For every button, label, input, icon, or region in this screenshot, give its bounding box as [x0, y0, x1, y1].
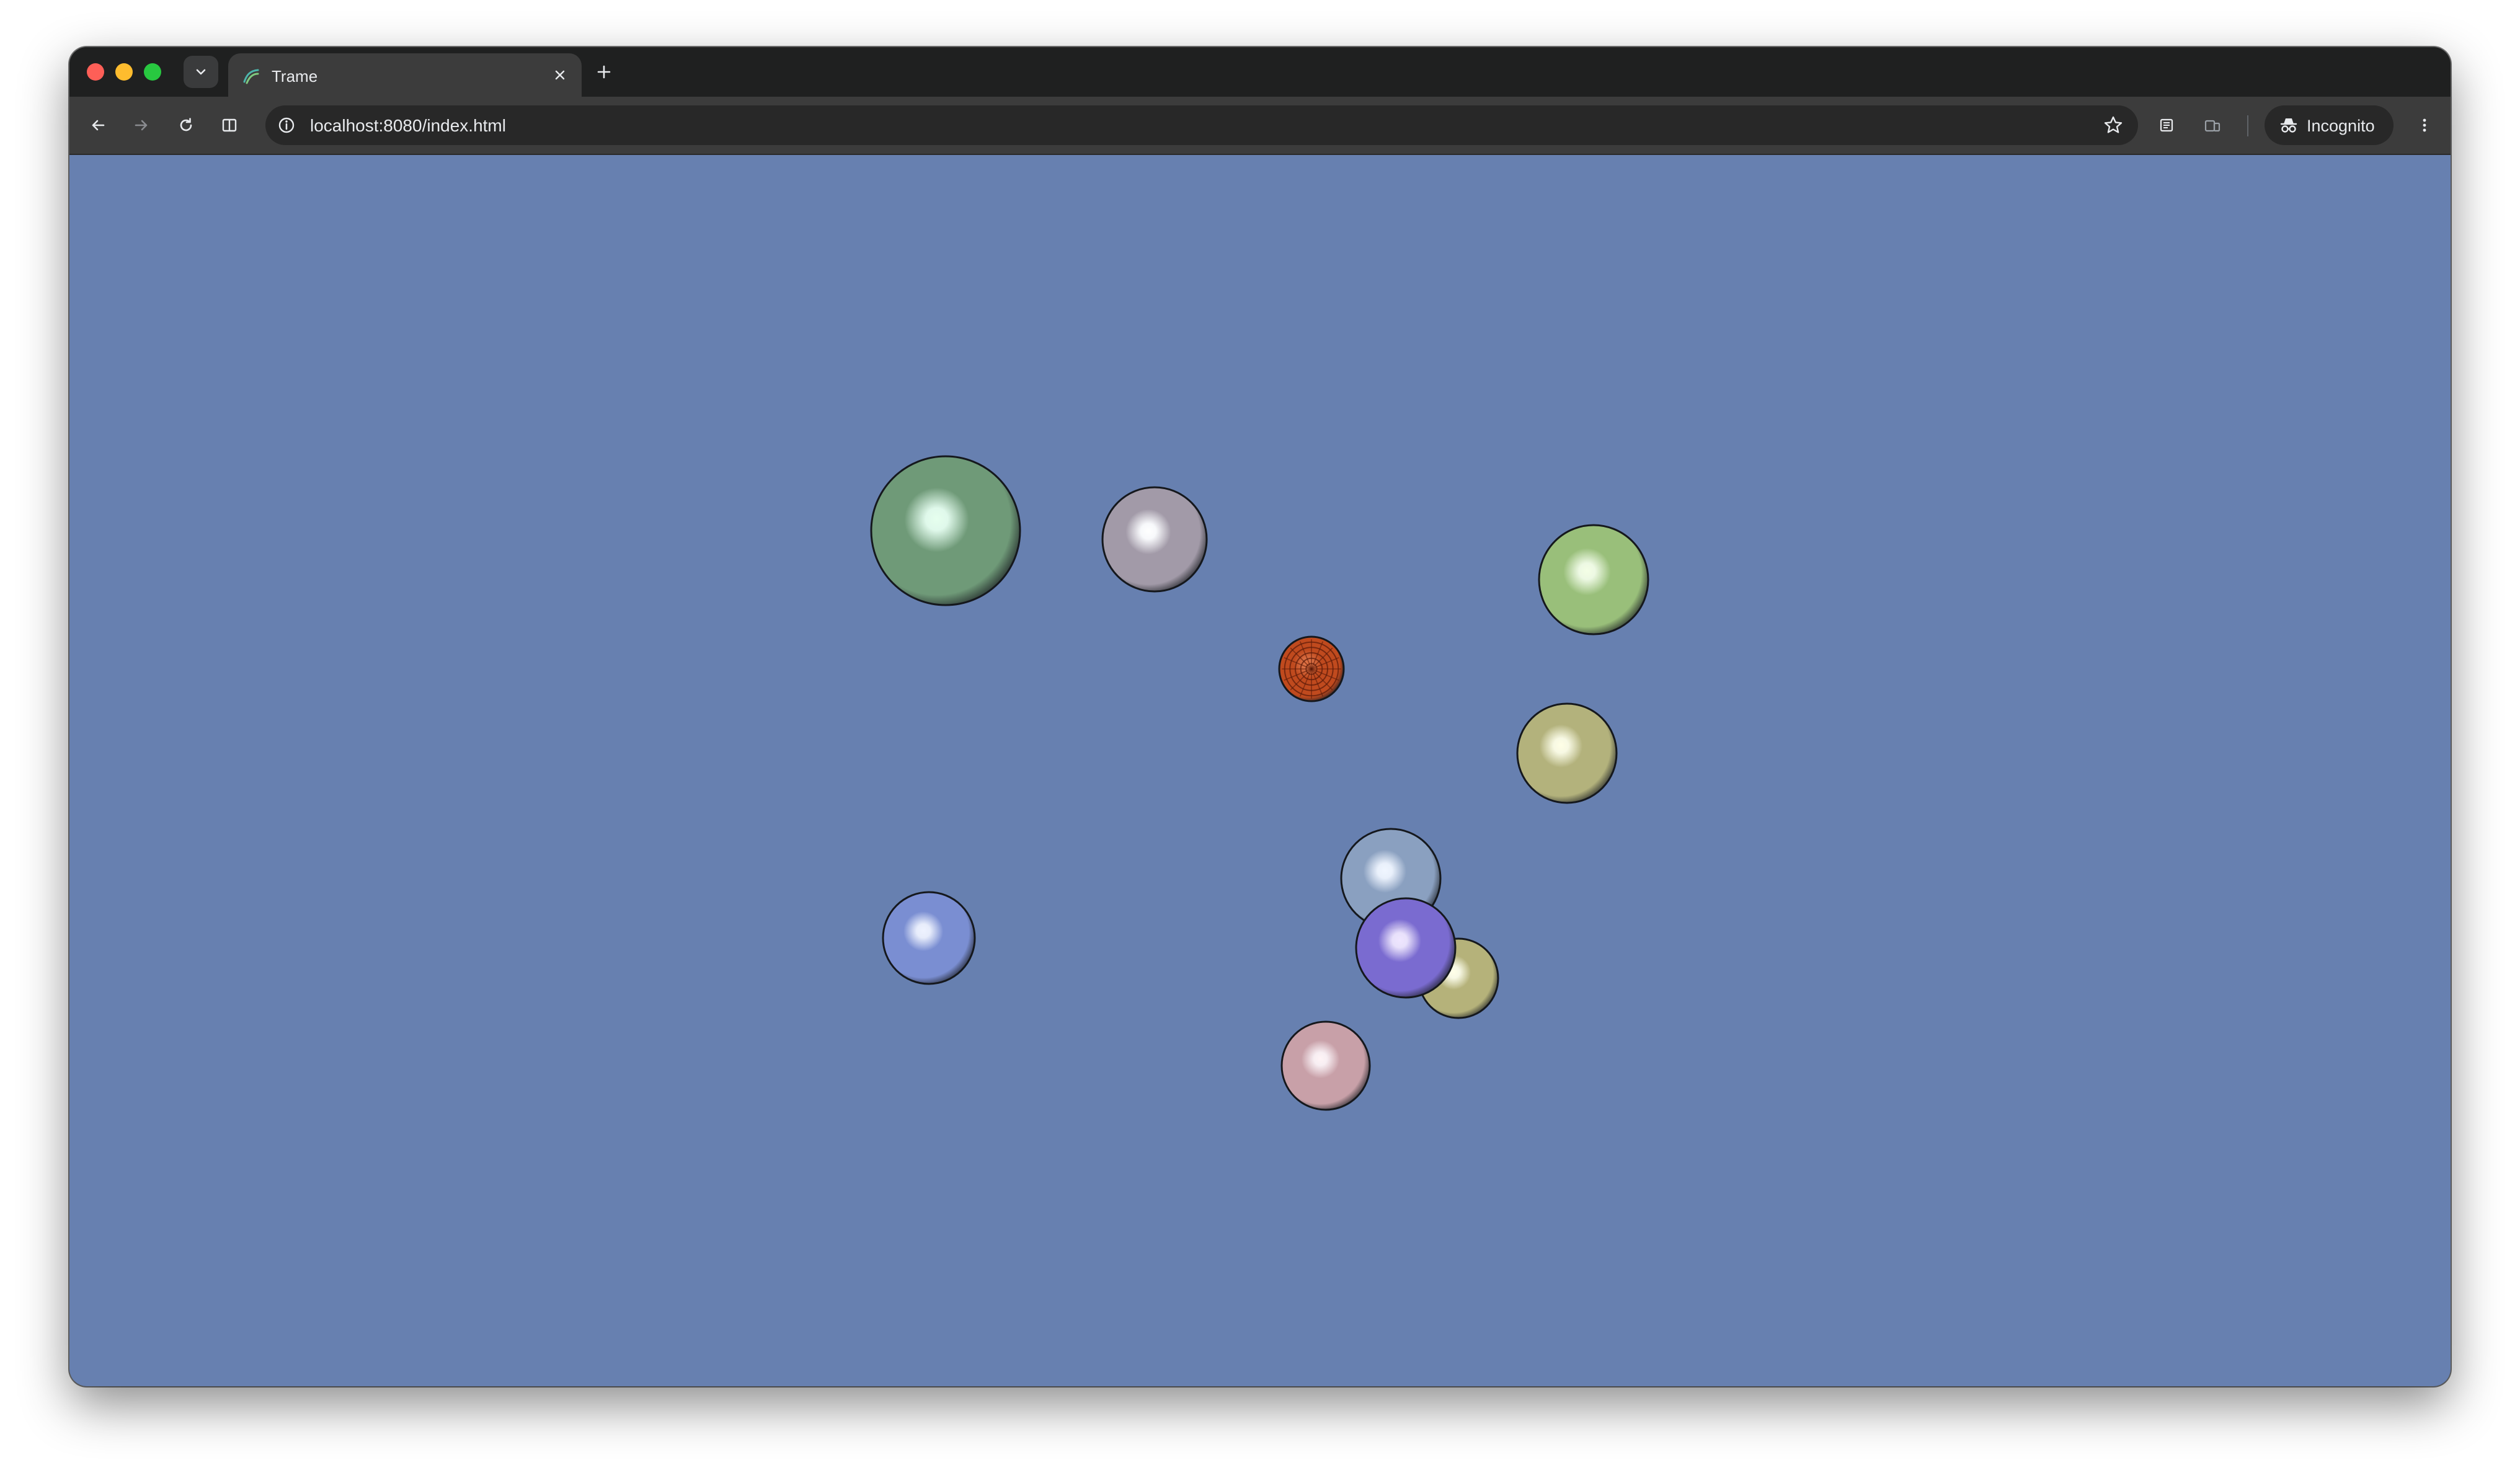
desktop: Trame localhost:8080/index.html Incognit…	[0, 0, 2520, 1478]
sphere	[882, 891, 976, 985]
window-maximize-button[interactable]	[144, 63, 161, 81]
sphere-scene[interactable]	[69, 155, 2451, 1386]
star-icon[interactable]	[2102, 114, 2124, 136]
sphere	[870, 455, 1021, 606]
tab-strip: Trame	[69, 47, 2451, 97]
reading-list-button[interactable]	[2152, 110, 2181, 140]
window-minimize-button[interactable]	[115, 63, 133, 81]
tab-title: Trame	[272, 67, 318, 86]
window-close-button[interactable]	[87, 63, 104, 81]
close-icon	[555, 70, 565, 80]
incognito-icon	[2280, 118, 2297, 133]
tab-trame[interactable]: Trame	[228, 53, 582, 97]
tab-close-button[interactable]	[549, 64, 570, 86]
toolbar-separator	[2247, 115, 2248, 136]
browser-window: Trame localhost:8080/index.html Incognit…	[69, 47, 2451, 1386]
split-view-button[interactable]	[215, 110, 244, 140]
incognito-indicator[interactable]: Incognito	[2265, 105, 2394, 145]
reading-list-icon	[2160, 118, 2173, 132]
new-tab-button[interactable]	[590, 58, 618, 86]
info-icon[interactable]	[277, 115, 296, 135]
incognito-label: Incognito	[2307, 117, 2375, 135]
reload-icon	[180, 118, 192, 131]
device-icon	[2204, 120, 2221, 132]
sphere-body	[1280, 1020, 1371, 1111]
sphere-body	[870, 455, 1021, 606]
device-button[interactable]	[2198, 110, 2227, 140]
sphere-body	[1538, 524, 1649, 635]
url-text[interactable]: localhost:8080/index.html	[310, 116, 506, 136]
plus-icon	[597, 65, 611, 79]
trame-logo-icon	[243, 69, 259, 84]
reload-button[interactable]	[171, 110, 201, 140]
sphere-body	[1516, 702, 1618, 804]
sphere	[1101, 486, 1208, 593]
browser-toolbar: localhost:8080/index.html Incognito	[69, 97, 2451, 155]
forward-button[interactable]	[126, 110, 156, 140]
address-bar[interactable]: localhost:8080/index.html	[265, 105, 2138, 145]
tab-search-button[interactable]	[184, 56, 218, 88]
browser-menu-button[interactable]	[2410, 110, 2439, 140]
arrow-right-icon	[135, 120, 148, 131]
kebab-menu-icon	[2423, 118, 2426, 132]
sphere	[1538, 524, 1649, 635]
sphere	[1278, 635, 1345, 702]
sphere-body	[882, 891, 976, 985]
split-view-icon	[222, 118, 237, 132]
back-button[interactable]	[83, 110, 113, 140]
render-view[interactable]	[69, 155, 2451, 1386]
sphere	[1355, 897, 1457, 999]
chevron-down-icon	[196, 69, 206, 75]
sphere	[1516, 702, 1618, 804]
sphere-body	[1355, 897, 1457, 999]
sphere	[1280, 1020, 1371, 1111]
sphere-body	[1101, 486, 1208, 593]
arrow-left-icon	[92, 120, 105, 131]
